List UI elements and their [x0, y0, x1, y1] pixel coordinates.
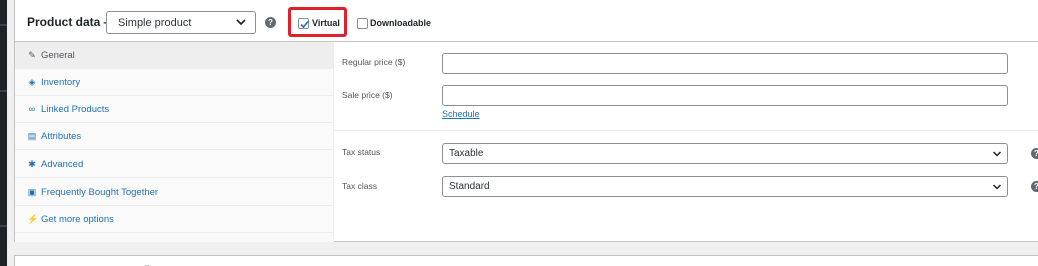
gear-icon: ✱	[28, 159, 36, 169]
help-icon[interactable]: ?	[265, 17, 276, 28]
sale-price-label: Sale price ($)	[342, 90, 393, 100]
diamond-icon: ◈	[28, 77, 36, 87]
tax-status-select[interactable]: Taxable	[442, 143, 1008, 164]
general-fields: Regular price ($) Sale price ($) Schedul…	[334, 42, 1038, 242]
section-divider	[334, 130, 1038, 131]
plug-icon: ⚡	[27, 214, 39, 224]
product-data-tabs: ✎ General ◈ Inventory ∞ Linked Products …	[15, 42, 334, 242]
next-metabox	[14, 255, 1038, 266]
tab-label: Linked Products	[41, 104, 110, 115]
product-data-header: Product data — Simple product ? Virtual …	[15, 0, 1038, 42]
chevron-down-icon	[992, 151, 1002, 157]
tab-label: General	[41, 50, 75, 61]
tab-general[interactable]: ✎ General	[15, 42, 334, 69]
sidebar-edge-mark	[0, 225, 7, 227]
tab-label: Inventory	[41, 77, 81, 88]
tab-label: Advanced	[41, 159, 84, 170]
help-icon[interactable]: ?	[1031, 148, 1038, 159]
bag-icon: ▣	[27, 187, 37, 197]
tab-label: Attributes	[41, 131, 82, 142]
schedule-link[interactable]: Schedule	[442, 109, 480, 119]
list-icon: ▤	[27, 131, 37, 141]
regular-price-label: Regular price ($)	[342, 57, 406, 67]
admin-sidebar-edge	[0, 0, 7, 266]
tax-class-value: Standard	[449, 181, 490, 192]
downloadable-label[interactable]: Downloadable	[370, 18, 431, 28]
virtual-checkbox[interactable]	[298, 18, 309, 29]
tab-advanced[interactable]: ✱ Advanced	[15, 151, 334, 178]
product-data-panel: Product data — Simple product ? Virtual …	[14, 0, 1038, 242]
tab-label: Frequently Bought Together	[41, 187, 159, 198]
tab-attributes[interactable]: ▤ Attributes	[15, 123, 334, 150]
tab-frequently-bought-together[interactable]: ▣ Frequently Bought Together	[15, 179, 334, 206]
sidebar-edge-mark	[0, 90, 7, 92]
link-icon: ∞	[28, 104, 36, 114]
sidebar-edge-mark	[0, 24, 7, 26]
product-type-select[interactable]: Simple product	[106, 11, 256, 34]
tab-linked-products[interactable]: ∞ Linked Products	[15, 96, 334, 123]
product-data-title: Product data —	[27, 15, 116, 29]
tab-inventory[interactable]: ◈ Inventory	[15, 69, 334, 96]
downloadable-checkbox[interactable]	[357, 18, 368, 29]
tax-status-label: Tax status	[342, 147, 381, 157]
chevron-down-icon	[236, 19, 246, 26]
regular-price-input[interactable]	[442, 53, 1008, 74]
tab-label: Get more options	[41, 214, 114, 225]
tax-status-value: Taxable	[449, 148, 484, 159]
sale-price-input[interactable]	[442, 85, 1008, 106]
tab-get-more-options[interactable]: ⚡ Get more options	[15, 206, 334, 233]
tax-class-select[interactable]: Standard	[442, 176, 1008, 197]
virtual-label[interactable]: Virtual	[312, 18, 340, 28]
tax-class-label: Tax class	[342, 181, 377, 191]
wrench-icon: ✎	[28, 50, 36, 60]
product-type-value: Simple product	[118, 17, 192, 29]
help-icon[interactable]: ?	[1031, 181, 1038, 192]
checkmark-icon	[300, 20, 309, 29]
chevron-down-icon	[992, 184, 1002, 190]
